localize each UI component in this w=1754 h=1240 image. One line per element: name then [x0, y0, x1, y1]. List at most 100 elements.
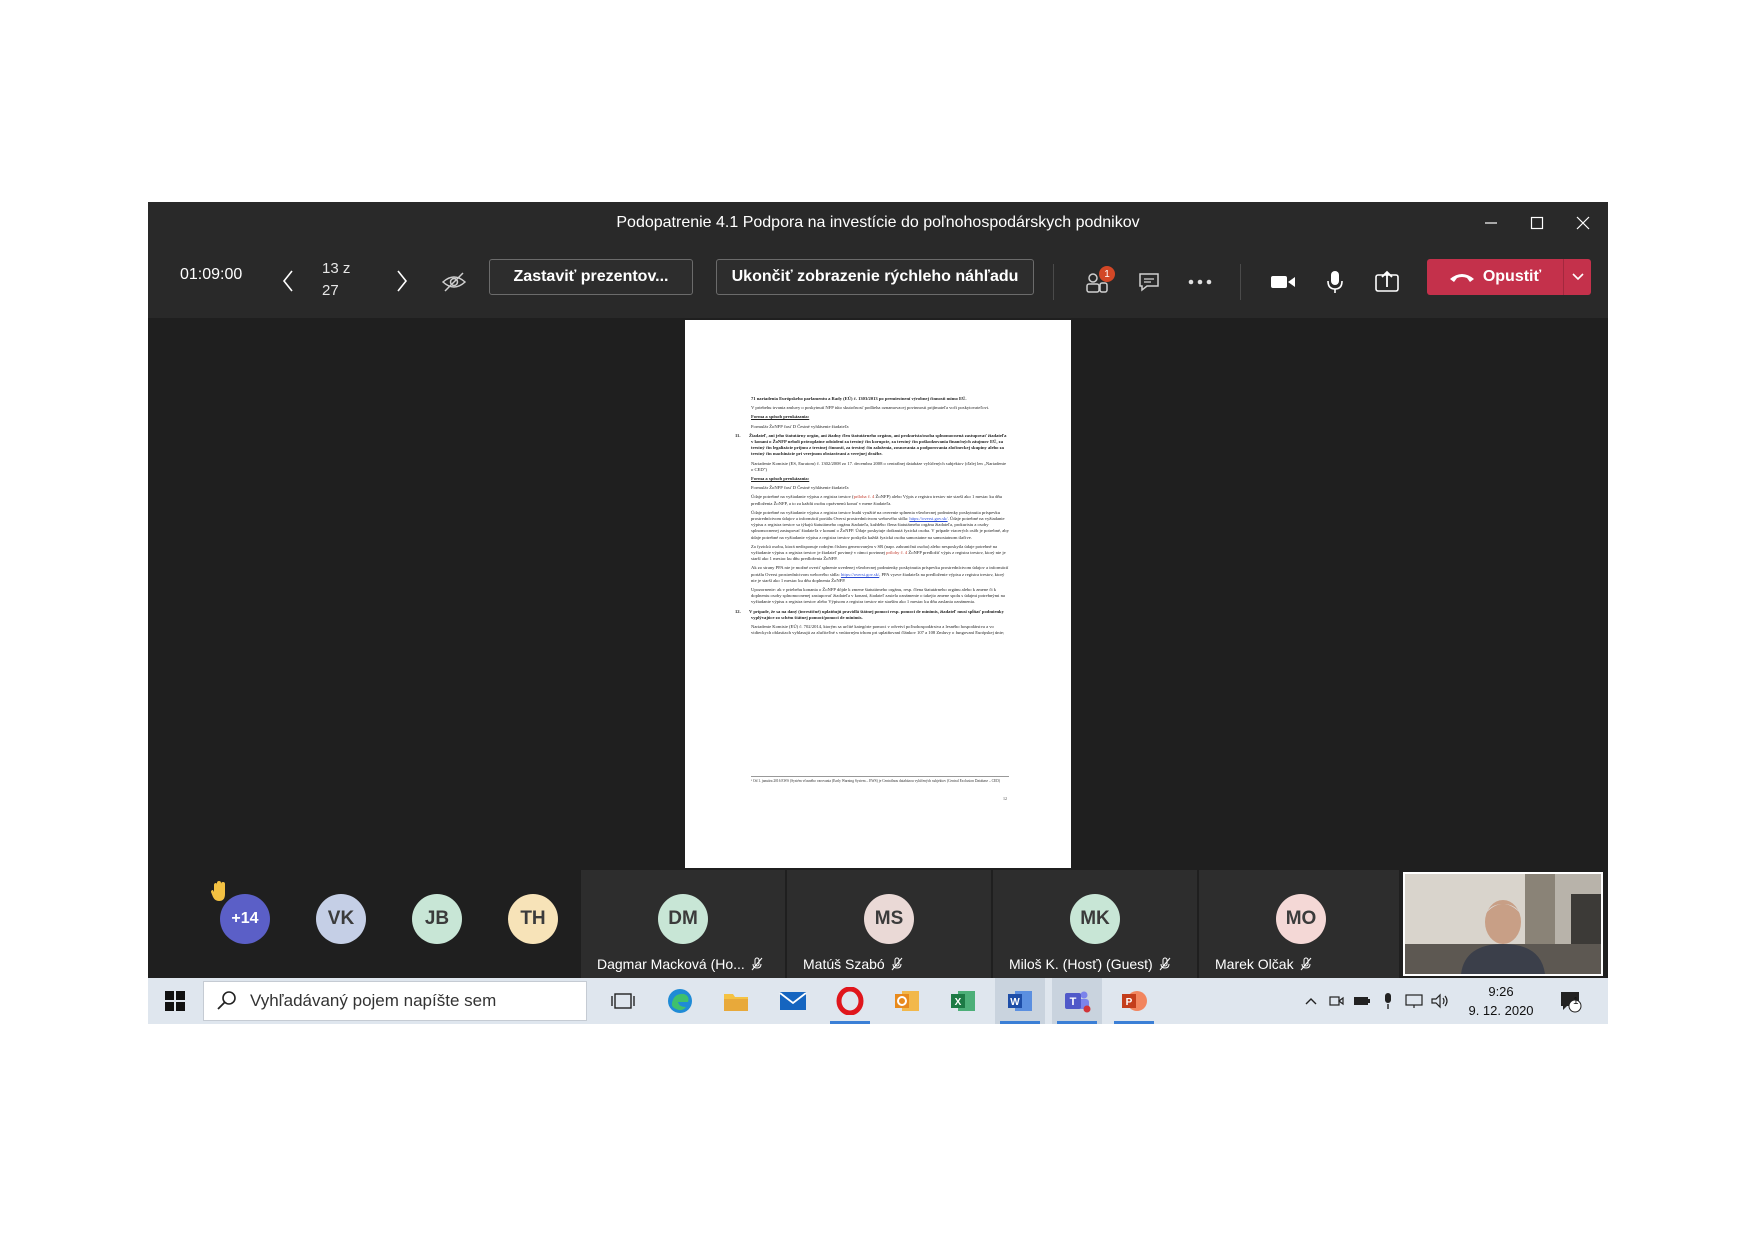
camera-outline-icon [1329, 996, 1344, 1006]
page-counter: 13 z 27 [322, 258, 350, 302]
title-bar: Podopatrenie 4.1 Podpora na investície d… [148, 202, 1608, 244]
camera-button[interactable] [1263, 262, 1303, 302]
leave-button[interactable]: Opustiť [1427, 259, 1563, 295]
taskbar-clock[interactable]: 9:26 9. 12. 2020 [1461, 982, 1541, 1020]
stop-presenting-button[interactable]: Zastaviť prezentov... [489, 259, 693, 295]
meeting-timer: 01:09:00 [180, 266, 243, 283]
page-counter-current: 13 z [322, 260, 351, 277]
participant-tile[interactable]: DM Dagmar Macková (Ho... [581, 870, 785, 980]
participants-badge: 1 [1099, 266, 1115, 282]
doc-paragraph: Nariadenie Komisie (ES, Euratom) č. 1302… [751, 460, 1007, 472]
shared-document-page[interactable]: 71 nariadenia Európskeho parlamentu a Ra… [685, 320, 1071, 868]
participants-button[interactable]: 1 [1077, 262, 1117, 302]
doc-paragraph: Údaje potrebné na vyžiadanie výpisu z re… [751, 510, 1009, 541]
document-body: 71 nariadenia Európskeho parlamentu a Ra… [735, 396, 1009, 640]
leave-button-group: Opustiť [1427, 259, 1591, 295]
windows-logo-icon [165, 991, 185, 1011]
private-view-toggle[interactable] [434, 262, 474, 302]
tray-microphone[interactable] [1376, 978, 1400, 1024]
participant-avatar: MO [1276, 894, 1326, 944]
participant-name-row: Marek Olčak [1215, 956, 1312, 972]
hang-up-icon [1449, 274, 1474, 282]
more-participants-avatar[interactable]: +14 [220, 894, 270, 944]
taskbar-search-box[interactable]: Vyhľadávaný pojem napíšte sem [203, 981, 587, 1021]
next-slide-button[interactable] [388, 264, 416, 298]
meeting-toolbar: 01:09:00 13 z 27 Zastaviť prezentov... U… [148, 244, 1608, 318]
leave-options-button[interactable] [1564, 259, 1591, 295]
taskbar-file-explorer[interactable] [711, 978, 761, 1024]
window-title: Podopatrenie 4.1 Podpora na investície d… [616, 214, 1140, 231]
doc-link[interactable]: https://oversi.gov.sk/ [909, 516, 947, 521]
page-counter-total: 27 [322, 282, 339, 299]
doc-item-text: Žiadateľ, ani jeho štatutárny orgán, ani… [749, 432, 1007, 457]
clock-time: 9:26 [1488, 984, 1514, 999]
participant-avatar[interactable]: VK [316, 894, 366, 944]
tray-network[interactable] [1402, 978, 1426, 1024]
speaker-icon [1431, 993, 1448, 1009]
doc-paragraph: Formulár ŽoNFP časť D Čestné vyhlásenie … [751, 423, 849, 429]
minimize-button[interactable] [1468, 202, 1514, 244]
participant-roster: +14 VK JB TH DM Dagmar Macková (Ho... MS… [148, 870, 1608, 980]
mic-off-icon [751, 957, 763, 971]
share-content-button[interactable] [1367, 262, 1407, 302]
svg-text:W: W [1010, 997, 1020, 1008]
search-placeholder: Vyhľadávaný pojem napíšte sem [250, 991, 497, 1010]
end-preview-button[interactable]: Ukončiť zobrazenie rýchleho náhľadu [716, 259, 1034, 295]
taskbar-excel[interactable]: X [938, 978, 988, 1024]
clock-date: 9. 12. 2020 [1468, 1003, 1534, 1018]
microphone-button[interactable] [1315, 262, 1355, 302]
tray-volume[interactable] [1428, 978, 1454, 1024]
participant-avatar[interactable]: TH [508, 894, 558, 944]
running-indicator [1057, 1021, 1097, 1024]
share-screen-icon [1375, 270, 1399, 292]
more-icon [1188, 279, 1212, 285]
action-center-button[interactable]: 1 [1550, 978, 1590, 1024]
taskbar-mail[interactable] [768, 978, 818, 1024]
tray-battery[interactable] [1350, 978, 1374, 1024]
more-actions-button[interactable] [1180, 262, 1220, 302]
doc-link[interactable]: https://oversi.gov.sk/ [841, 572, 879, 577]
taskbar-outlook[interactable] [882, 978, 932, 1024]
show-hidden-icons-button[interactable] [1300, 978, 1322, 1024]
presentation-stage: 71 nariadenia Európskeho parlamentu a Ra… [148, 318, 1608, 870]
running-indicator [830, 1021, 870, 1024]
maximize-button[interactable] [1514, 202, 1560, 244]
participant-name: Matúš Szabó [803, 956, 885, 972]
task-view-button[interactable] [598, 978, 648, 1024]
participant-tile[interactable]: MK Miloš K. (Hosť) (Guest) [993, 870, 1197, 980]
taskbar-edge[interactable] [655, 978, 705, 1024]
self-video-preview[interactable] [1403, 872, 1603, 976]
taskbar-powerpoint[interactable]: P [1109, 978, 1159, 1024]
eye-slash-icon [441, 272, 467, 292]
edge-browser-icon [668, 989, 692, 1013]
start-button[interactable] [148, 978, 202, 1024]
excel-icon: X [951, 991, 975, 1011]
participant-tile[interactable]: MO Marek Olčak [1199, 870, 1399, 980]
participant-avatar: DM [658, 894, 708, 944]
participant-name-row: Miloš K. (Hosť) (Guest) [1009, 956, 1171, 972]
participant-avatar[interactable]: JB [412, 894, 462, 944]
task-view-icon [611, 993, 635, 1009]
folder-icon [724, 994, 748, 1011]
participant-tile[interactable]: MS Matúš Szabó [787, 870, 991, 980]
notification-count: 1 [1573, 996, 1579, 1007]
participant-name: Dagmar Macková (Ho... [597, 956, 745, 972]
mic-off-icon [891, 957, 903, 971]
taskbar-opera[interactable] [825, 978, 875, 1024]
participant-avatar: MK [1070, 894, 1120, 944]
doc-attachment-ref: prílohy č. 4 [886, 550, 908, 556]
participant-name: Marek Olčak [1215, 956, 1294, 972]
tray-meet-now[interactable] [1324, 978, 1348, 1024]
taskbar-word[interactable]: W [995, 978, 1045, 1024]
microphone-icon [1327, 271, 1343, 293]
doc-paragraph: Za fyzickú osobu, ktorá nedisponuje rodn… [751, 544, 1009, 563]
chat-button[interactable] [1129, 262, 1169, 302]
outlook-icon [895, 991, 919, 1011]
previous-slide-button[interactable] [274, 264, 302, 298]
close-button[interactable] [1560, 202, 1606, 244]
video-feed-image [1405, 874, 1601, 974]
taskbar-teams[interactable]: T [1052, 978, 1102, 1024]
chevron-down-icon [1571, 273, 1584, 281]
mail-icon [779, 992, 807, 1010]
participant-name: Miloš K. (Hosť) (Guest) [1009, 956, 1153, 972]
